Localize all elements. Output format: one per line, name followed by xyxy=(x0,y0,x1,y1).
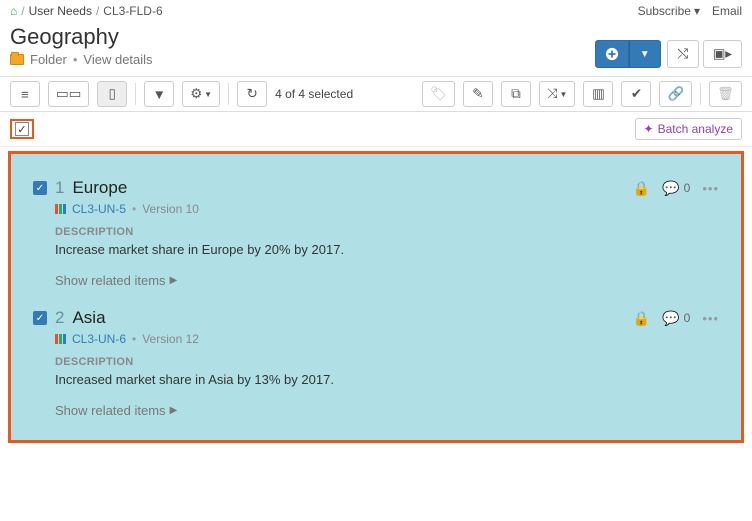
chevron-down-icon: ▾ xyxy=(694,4,700,18)
item-more-button[interactable]: ••• xyxy=(702,311,719,326)
item-number: 2 xyxy=(55,308,64,328)
link-icon: 🔗 xyxy=(667,86,684,102)
description-label: DESCRIPTION xyxy=(55,356,719,368)
settings-button[interactable]: ⚙▼ xyxy=(182,81,220,107)
export-button[interactable]: ▣▸ xyxy=(703,40,742,68)
status-bars-icon xyxy=(55,334,66,344)
item-checkbox[interactable]: ✓ xyxy=(33,311,47,325)
sparkle-icon: ✦ xyxy=(644,122,654,136)
separator-dot: • xyxy=(132,202,136,216)
show-related-toggle[interactable]: Show related items▶ xyxy=(55,403,177,418)
batch-analyze-button[interactable]: ✦ Batch analyze xyxy=(635,118,742,140)
breadcrumb-sep: / xyxy=(96,4,99,18)
chevron-down-icon: ▼ xyxy=(560,90,568,99)
show-related-toggle[interactable]: Show related items▶ xyxy=(55,273,177,288)
separator-dot: • xyxy=(132,332,136,346)
branch-icon: ⤭ xyxy=(677,46,688,62)
archive-icon: ▥ xyxy=(592,86,605,102)
view-details-link[interactable]: View details xyxy=(83,52,152,67)
trash-icon: 🗑 xyxy=(717,86,734,102)
refresh-button[interactable]: ↻ xyxy=(237,81,267,107)
list-item: ✓ 1 Europe 🔒 💬 0 ••• CL3-UN-5 • Version … xyxy=(15,170,737,300)
lock-icon: 🔒 xyxy=(633,180,650,197)
item-id-link[interactable]: CL3-UN-5 xyxy=(72,202,126,216)
view-reading-button[interactable]: ▭▭ xyxy=(48,81,89,107)
separator-dot: • xyxy=(73,52,78,67)
comments-button[interactable]: 💬 0 xyxy=(662,310,690,327)
delete-button[interactable]: 🗑 xyxy=(709,81,742,107)
selected-items-panel: ✓ 1 Europe 🔒 💬 0 ••• CL3-UN-5 • Version … xyxy=(8,151,744,443)
item-version: Version 12 xyxy=(142,332,199,346)
edit-button[interactable]: ✎ xyxy=(463,81,493,107)
description-text: Increase market share in Europe by 20% b… xyxy=(55,242,719,257)
approve-button[interactable]: ✔ xyxy=(621,81,651,107)
list-item: ✓ 2 Asia 🔒 💬 0 ••• CL3-UN-6 • Version 12… xyxy=(15,300,737,430)
link-button[interactable]: 🔗 xyxy=(659,81,692,107)
breadcrumb: ⌂ / User Needs / CL3-FLD-6 Subscribe ▾ E… xyxy=(0,0,752,22)
caret-right-icon: ▶ xyxy=(170,275,178,286)
email-link[interactable]: Email xyxy=(712,4,742,18)
document-icon: ▯ xyxy=(109,86,116,102)
breadcrumb-current: CL3-FLD-6 xyxy=(103,4,162,18)
archive-button[interactable]: ▥ xyxy=(583,81,613,107)
item-title[interactable]: Asia xyxy=(72,308,105,328)
caret-right-icon: ▶ xyxy=(170,405,178,416)
chevron-down-icon: ▼ xyxy=(204,90,212,99)
select-all-highlight: ✓ xyxy=(10,119,34,139)
breadcrumb-sep: / xyxy=(21,4,24,18)
plus-circle-icon xyxy=(605,47,619,61)
add-button-group: ▼ xyxy=(595,40,661,68)
copy-button[interactable]: ⧉ xyxy=(501,81,531,107)
shuffle-icon: ⤨ xyxy=(547,86,558,102)
tree-icon: ⌂ xyxy=(10,4,17,18)
convert-button[interactable]: ⤭ xyxy=(667,40,699,68)
copy-icon: ⧉ xyxy=(511,86,521,102)
item-type-label: Folder xyxy=(30,52,67,67)
selection-count: 4 of 4 selected xyxy=(275,87,353,101)
gear-icon: ⚙ xyxy=(190,86,202,102)
list-icon: ≡ xyxy=(21,87,29,102)
add-dropdown-button[interactable]: ▼ xyxy=(629,40,661,68)
page-title: Geography xyxy=(10,24,153,50)
breadcrumb-parent[interactable]: User Needs xyxy=(29,4,92,18)
export-icon: ▣▸ xyxy=(713,46,732,62)
description-text: Increased market share in Asia by 13% by… xyxy=(55,372,719,387)
item-version: Version 10 xyxy=(142,202,199,216)
check-circle-icon: ✔ xyxy=(631,86,642,102)
description-label: DESCRIPTION xyxy=(55,226,719,238)
book-icon: ▭▭ xyxy=(56,86,81,102)
item-id-link[interactable]: CL3-UN-6 xyxy=(72,332,126,346)
tag-button[interactable]: 🏷 xyxy=(422,81,455,107)
list-toolbar: ≡ ▭▭ ▯ ▼ ⚙▼ ↻ 4 of 4 selected 🏷 ✎ ⧉ ⤨▼ ▥… xyxy=(0,76,752,112)
view-document-button[interactable]: ▯ xyxy=(97,81,127,107)
filter-icon: ▼ xyxy=(153,87,166,102)
item-title[interactable]: Europe xyxy=(72,178,127,198)
shuffle-button[interactable]: ⤨▼ xyxy=(539,81,576,107)
folder-icon xyxy=(10,54,24,65)
refresh-icon: ↻ xyxy=(246,86,257,102)
comment-icon: 💬 xyxy=(662,310,679,327)
comments-button[interactable]: 💬 0 xyxy=(662,180,690,197)
comment-count: 0 xyxy=(684,311,691,325)
item-checkbox[interactable]: ✓ xyxy=(33,181,47,195)
status-bars-icon xyxy=(55,204,66,214)
item-more-button[interactable]: ••• xyxy=(702,181,719,196)
add-button[interactable] xyxy=(595,40,629,68)
select-all-checkbox[interactable]: ✓ xyxy=(15,122,29,136)
tag-icon: 🏷 xyxy=(430,86,447,102)
filter-button[interactable]: ▼ xyxy=(144,81,174,107)
comment-icon: 💬 xyxy=(662,180,679,197)
comment-count: 0 xyxy=(684,181,691,195)
view-list-button[interactable]: ≡ xyxy=(10,81,40,107)
subscribe-link[interactable]: Subscribe ▾ xyxy=(638,4,700,18)
lock-icon: 🔒 xyxy=(633,310,650,327)
pencil-icon: ✎ xyxy=(472,86,483,102)
chevron-down-icon: ▼ xyxy=(640,49,650,60)
item-number: 1 xyxy=(55,178,64,198)
